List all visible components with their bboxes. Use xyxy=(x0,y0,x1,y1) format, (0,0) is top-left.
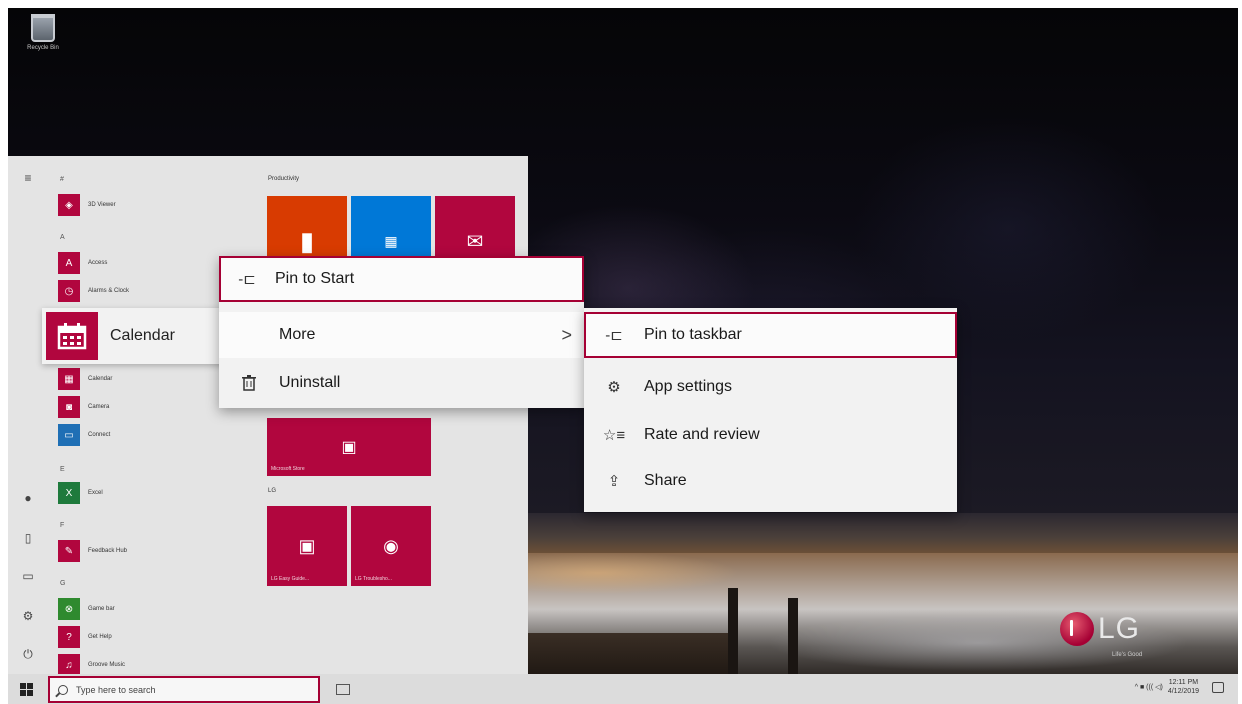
pin-to-start-menu-item[interactable]: -⊏ Pin to Start xyxy=(219,256,584,302)
power-icon[interactable]: ⏻ xyxy=(20,646,36,662)
app-calendar[interactable]: ▦ Calendar xyxy=(58,368,112,390)
task-view-icon[interactable] xyxy=(336,684,350,695)
feedback-icon: ✎ xyxy=(58,540,80,562)
xbox-icon: ⊗ xyxy=(58,598,80,620)
clock-time: 12:11 PM xyxy=(1168,679,1199,686)
connect-icon: ▭ xyxy=(58,424,80,446)
group-title-lg: LG xyxy=(268,488,277,494)
lg-tagline: Life's Good xyxy=(1112,652,1143,658)
calendar-icon: ▦ xyxy=(58,368,80,390)
share-menu-item[interactable]: ⇪ Share xyxy=(584,458,957,504)
search-box[interactable]: Type here to search xyxy=(48,676,320,703)
app-list: # ◈ 3D Viewer A A Access ◷ Alarms & Cloc… xyxy=(58,156,258,676)
recycle-bin-icon xyxy=(31,14,55,42)
share-label: Share xyxy=(644,472,687,489)
trash-icon xyxy=(239,373,259,393)
system-tray: ^ ■ ((( ◁) 12:11 PM 4/12/2019 xyxy=(1135,678,1224,696)
app-groove-music[interactable]: ♫ Groove Music xyxy=(58,654,125,676)
mail-icon: ✉ xyxy=(466,230,484,253)
tile-lg-troubleshooting[interactable]: ◉ LG Troublesho... xyxy=(351,506,431,586)
office-apps-icon: ▦ xyxy=(384,232,398,249)
chevron-right-icon: > xyxy=(561,324,572,345)
calendar-app-label: Calendar xyxy=(110,327,175,344)
office-icon: ▮ xyxy=(299,225,315,256)
app-settings-label: App settings xyxy=(644,378,733,395)
letter-header[interactable]: # xyxy=(60,176,64,183)
app-get-help[interactable]: ? Get Help xyxy=(58,626,112,648)
pin-to-start-label: Pin to Start xyxy=(275,270,355,287)
app-3d-viewer[interactable]: ◈ 3D Viewer xyxy=(58,194,116,216)
uninstall-menu-item[interactable]: Uninstall xyxy=(219,360,584,406)
settings-gear-icon[interactable]: ⚙ xyxy=(20,608,36,624)
clock-date: 4/12/2019 xyxy=(1167,688,1199,695)
app-excel[interactable]: X Excel xyxy=(58,482,103,504)
document-icon[interactable]: ▯ xyxy=(20,530,36,546)
pin-to-taskbar-menu-item[interactable]: -⊏ Pin to taskbar xyxy=(584,312,957,358)
excel-icon: X xyxy=(58,482,80,504)
group-title-productivity: Productivity xyxy=(268,176,300,182)
calendar-glyph xyxy=(57,323,87,350)
pin-icon: -⊏ xyxy=(238,271,256,288)
lg-logo-icon xyxy=(1060,612,1094,646)
star-list-icon: ☆≡ xyxy=(602,427,626,444)
letter-header[interactable]: G xyxy=(60,580,65,587)
context-menu: -⊏ Pin to Start More > Uninstall xyxy=(219,256,584,408)
tile-lg-easy-guide[interactable]: ▣ LG Easy Guide... xyxy=(267,506,347,586)
rate-and-review-label: Rate and review xyxy=(644,426,760,443)
uninstall-label: Uninstall xyxy=(279,374,341,391)
search-placeholder: Type here to search xyxy=(76,684,156,695)
search-icon xyxy=(58,684,68,695)
start-rail: ≡ ● ▯ ▭ ⚙ ⏻ xyxy=(8,156,50,676)
more-menu-item[interactable]: More > xyxy=(219,312,584,358)
help-icon: ? xyxy=(58,626,80,648)
taskbar: Type here to search ^ ■ ((( ◁) 12:11 PM … xyxy=(8,674,1238,704)
cube-icon: ◈ xyxy=(58,194,80,216)
app-settings-menu-item[interactable]: ⚙ App settings xyxy=(584,364,957,410)
app-camera[interactable]: ◙ Camera xyxy=(58,396,109,418)
notification-icon[interactable] xyxy=(1212,681,1224,693)
app-connect[interactable]: ▭ Connect xyxy=(58,424,110,446)
gear-icon: ⚙ xyxy=(607,379,621,396)
letter-header[interactable]: A xyxy=(60,234,65,241)
letter-header[interactable]: F xyxy=(60,522,64,529)
calendar-app-highlighted[interactable]: Calendar xyxy=(42,308,228,364)
hamburger-icon[interactable]: ≡ xyxy=(20,170,36,186)
tray-icons[interactable]: ^ ■ ((( ◁) xyxy=(1135,683,1163,691)
calendar-icon xyxy=(46,312,98,360)
app-game-bar[interactable]: ⊗ Game bar xyxy=(58,598,115,620)
app-alarms-clock[interactable]: ◷ Alarms & Clock xyxy=(58,280,129,302)
easy-guide-icon: ▣ xyxy=(298,535,316,556)
pin-icon: -⊏ xyxy=(605,327,623,344)
camera-icon: ◙ xyxy=(58,396,80,418)
share-icon: ⇪ xyxy=(607,473,621,490)
access-icon: A xyxy=(58,252,80,274)
pier-post xyxy=(728,588,738,678)
app-access[interactable]: A Access xyxy=(58,252,107,274)
wallpaper-pier xyxy=(528,633,728,678)
lg-logo-text: LG xyxy=(1098,612,1141,645)
pictures-icon[interactable]: ▭ xyxy=(20,568,36,584)
clock-icon: ◷ xyxy=(58,280,80,302)
pin-to-taskbar-label: Pin to taskbar xyxy=(644,326,742,343)
start-menu: ≡ ● ▯ ▭ ⚙ ⏻ # ◈ 3D Viewer A A Access ◷ A… xyxy=(8,156,528,676)
troubleshoot-icon: ◉ xyxy=(383,535,399,556)
recycle-bin[interactable]: Recycle Bin xyxy=(18,14,68,51)
tile-microsoft-store[interactable]: ▣ Microsoft Store xyxy=(267,418,431,476)
pier-post xyxy=(788,598,798,678)
letter-header[interactable]: E xyxy=(60,466,65,473)
app-feedback-hub[interactable]: ✎ Feedback Hub xyxy=(58,540,127,562)
store-bag-icon: ▣ xyxy=(341,439,357,456)
wallpaper-horizon xyxy=(528,513,1238,553)
more-submenu: -⊏ Pin to taskbar ⚙ App settings ☆≡ Rate… xyxy=(584,308,957,512)
desktop-screen: Recycle Bin LG Life's Good ≡ ● ▯ ▭ ⚙ ⏻ #… xyxy=(8,8,1238,704)
windows-start-icon[interactable] xyxy=(20,683,33,696)
clock[interactable]: 12:11 PM 4/12/2019 xyxy=(1168,678,1199,696)
rate-and-review-menu-item[interactable]: ☆≡ Rate and review xyxy=(584,412,957,458)
more-label: More xyxy=(279,326,316,343)
user-avatar-icon[interactable]: ● xyxy=(20,490,36,506)
music-icon: ♫ xyxy=(58,654,80,676)
recycle-bin-label: Recycle Bin xyxy=(27,45,59,51)
lg-logo: LG xyxy=(1060,612,1140,646)
